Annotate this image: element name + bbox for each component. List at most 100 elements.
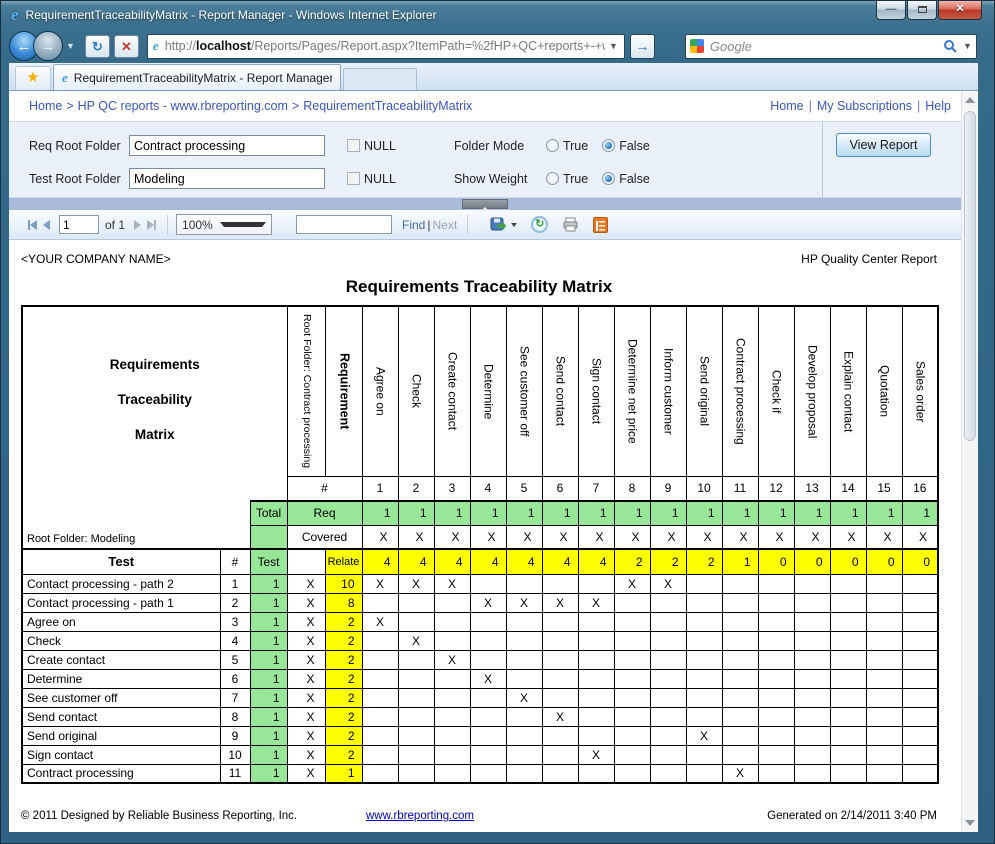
help-link[interactable]: Help [925, 99, 951, 113]
page-number-input[interactable] [59, 215, 99, 234]
trace-mark-cell [614, 669, 650, 688]
test-hash-cell: # [220, 549, 250, 574]
export-button[interactable] [490, 217, 517, 233]
test-relate-cell: 2 [325, 745, 362, 764]
test-covered-cell: X [287, 726, 325, 745]
search-dropdown-icon[interactable]: ▼ [963, 41, 972, 51]
close-button[interactable]: ✕ [938, 1, 982, 20]
trace-mark-cell [614, 707, 650, 726]
refresh-report-button[interactable]: ↻ [531, 216, 548, 233]
scroll-up-icon[interactable] [965, 97, 975, 103]
req-label-cell: Req [287, 501, 362, 525]
export-icon [490, 217, 507, 233]
trace-mark-cell [398, 726, 434, 745]
zoom-select[interactable]: 100% [176, 214, 272, 235]
test-root-folder-input[interactable] [129, 168, 325, 189]
collapse-handle[interactable] [462, 199, 508, 209]
address-dropdown-icon[interactable]: ▼ [605, 41, 622, 51]
folder-mode-label: Folder Mode [454, 139, 532, 153]
relate-total-cell: 4 [578, 549, 614, 574]
scroll-down-icon[interactable] [965, 820, 975, 826]
trace-mark-cell [650, 612, 686, 631]
address-bar[interactable]: e http://localhost/Reports/Pages/Report.… [147, 34, 625, 59]
req-total-cell: 1 [722, 501, 758, 525]
trace-mark-cell [650, 764, 686, 783]
new-tab-stub[interactable] [343, 68, 417, 90]
show-weight-true-radio[interactable] [546, 172, 559, 185]
covered-mark-cell: X [398, 525, 434, 549]
forward-button[interactable]: → [33, 31, 63, 61]
null-checkbox-2[interactable] [347, 172, 360, 185]
breadcrumb-home-link[interactable]: Home [29, 99, 62, 113]
trace-mark-cell [722, 612, 758, 631]
scroll-thumb[interactable] [964, 111, 976, 441]
window-title: RequirementTraceabilityMatrix - Report M… [26, 8, 437, 22]
trace-mark-cell [578, 688, 614, 707]
covered-mark-cell: X [686, 525, 722, 549]
left-spacer-cell: Root Folder: Modeling [22, 501, 250, 549]
search-box[interactable]: Google ▼ [685, 34, 977, 59]
req-number-cell: 2 [398, 476, 434, 501]
vertical-scrollbar[interactable] [961, 91, 978, 832]
previous-page-button[interactable] [43, 220, 50, 230]
minimize-button[interactable]: — [876, 1, 906, 20]
test-relate-cell: 2 [325, 612, 362, 631]
last-page-button[interactable] [147, 220, 156, 230]
find-link[interactable]: Find [402, 218, 425, 232]
maximize-button[interactable] [907, 1, 937, 20]
trace-mark-cell [794, 650, 830, 669]
rbreporting-link[interactable]: www.rbreporting.com [366, 810, 474, 822]
trace-mark-cell [578, 726, 614, 745]
trace-mark-cell [794, 764, 830, 783]
go-button[interactable]: → [630, 34, 655, 59]
covered-mark-cell: X [434, 525, 470, 549]
trace-mark-cell [650, 688, 686, 707]
url-host: localhost [196, 39, 251, 53]
navigation-bar: ← → ▼ ↻ ✕ e http://localhost/Reports/Pag… [1, 29, 994, 63]
print-button[interactable] [562, 217, 579, 233]
report-body: <YOUR COMPANY NAME> HP Quality Center Re… [9, 240, 961, 832]
test-name-cell: Sign contact [22, 745, 220, 764]
null-checkbox-1[interactable] [347, 139, 360, 152]
refresh-button[interactable]: ↻ [85, 35, 110, 58]
trace-mark-cell: X [686, 726, 722, 745]
trace-mark-cell [398, 688, 434, 707]
first-page-button[interactable] [28, 220, 37, 230]
find-next-link[interactable]: Next [432, 218, 457, 232]
breadcrumb-report-link[interactable]: RequirementTraceabilityMatrix [303, 99, 472, 113]
my-subscriptions-link[interactable]: My Subscriptions [817, 99, 912, 113]
next-page-button[interactable] [134, 220, 141, 230]
test-covered-cell: X [287, 669, 325, 688]
trace-mark-cell [542, 726, 578, 745]
trace-mark-cell: X [542, 707, 578, 726]
req-total-cell: 1 [866, 501, 902, 525]
req-col-header: See customer off [506, 306, 542, 476]
trace-mark-cell [362, 669, 398, 688]
home-link[interactable]: Home [770, 99, 803, 113]
trace-mark-cell [578, 669, 614, 688]
test-number-cell: 11 [220, 764, 250, 783]
favorites-button[interactable]: ★ [15, 66, 51, 90]
relate-total-cell: 2 [614, 549, 650, 574]
show-weight-false-radio[interactable] [602, 172, 615, 185]
req-number-cell: 1 [362, 476, 398, 501]
trace-mark-cell [758, 764, 794, 783]
view-report-button[interactable]: View Report [836, 133, 932, 157]
trace-mark-cell [722, 631, 758, 650]
stop-button[interactable]: ✕ [114, 35, 139, 58]
active-tab[interactable]: e RequirementTraceabilityMatrix - Report… [53, 64, 341, 90]
history-dropdown-icon[interactable]: ▼ [66, 41, 75, 51]
folder-mode-true-radio[interactable] [546, 139, 559, 152]
find-input[interactable] [296, 215, 392, 234]
data-feed-button[interactable] [593, 217, 608, 233]
zoom-value: 100% [182, 218, 220, 232]
trace-mark-cell [830, 764, 866, 783]
folder-mode-false-radio[interactable] [602, 139, 615, 152]
search-icon[interactable] [943, 39, 958, 54]
report-footer: © 2011 Designed by Reliable Business Rep… [21, 810, 937, 822]
trace-mark-cell [758, 650, 794, 669]
req-root-folder-input[interactable] [129, 135, 325, 156]
breadcrumb-folder-link[interactable]: HP QC reports - www.rbreporting.com [78, 99, 288, 113]
trace-mark-cell [758, 669, 794, 688]
trace-mark-cell [722, 669, 758, 688]
